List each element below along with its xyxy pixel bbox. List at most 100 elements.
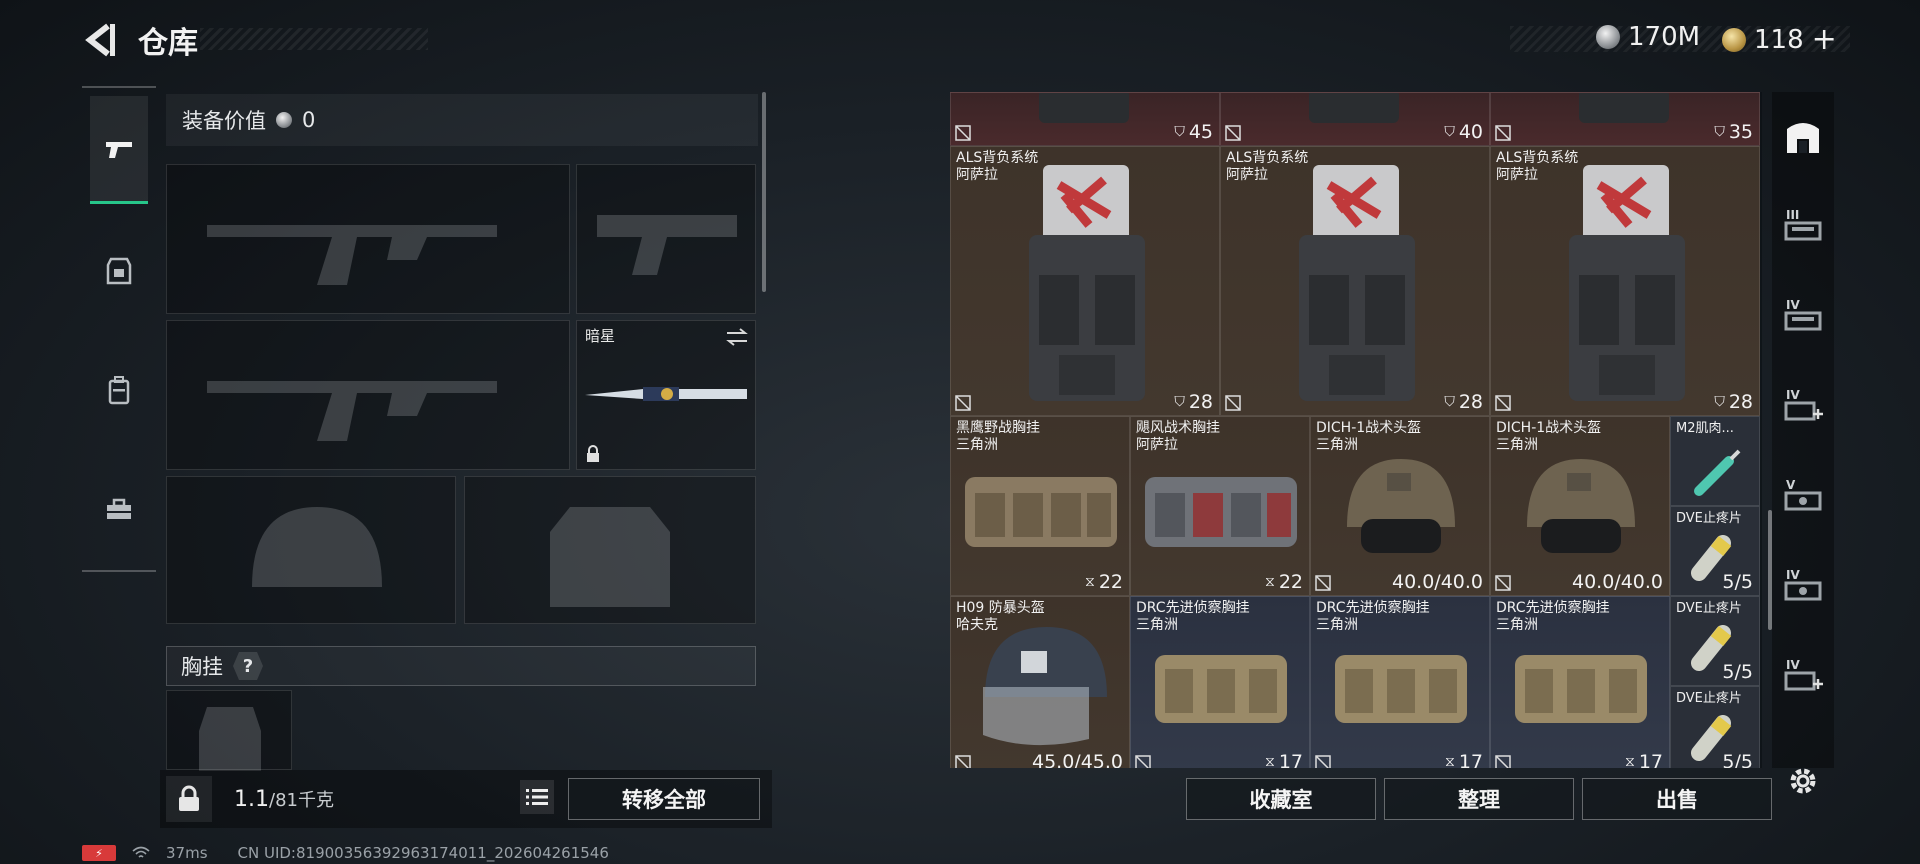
item-value: ⧖ 17 [1444,751,1483,768]
primary-weapon-slot[interactable] [166,164,570,314]
stash-page-button[interactable]: IV [1778,562,1828,612]
add-currency-icon[interactable]: + [1812,22,1837,57]
stash-item[interactable]: DRC先进侦察胸挂 三角洲 ⧖ 17 [1130,596,1310,768]
sidearm-slot[interactable] [576,164,756,314]
stash-item[interactable]: ALS背负系统 阿萨拉 ⛉ 28 [950,146,1220,416]
stash-item[interactable]: ALS背负系统 阿萨拉 ⛉ 28 [1490,146,1760,416]
tab-armor[interactable] [90,216,148,324]
stash-item[interactable]: 黑鹰野战胸挂 三角洲 ⧖ 22 [950,416,1130,596]
stash-item[interactable]: ⛉ 40 [1220,92,1490,146]
item-uses: 5/5 [1722,571,1753,593]
item-count: ⛉ 28 [1174,391,1213,413]
stash-item[interactable]: DICH-1战术头盔 三角洲 40.0/40.0 [1310,416,1490,596]
swap-icon[interactable] [725,327,749,347]
back-arrow-icon [85,23,115,57]
pistol-icon [106,141,132,158]
list-view-button[interactable] [520,780,554,814]
gold-coin-icon [1722,27,1746,52]
als-backpack-icon [1029,165,1145,401]
stash-item[interactable]: DVE止疼片 5/5 [1670,506,1760,596]
item-count: ⛉ 28 [1444,391,1483,413]
item-name: ALS背负系统 阿萨拉 [1496,150,1579,183]
tab-toolbox[interactable] [90,456,148,564]
stash-page-button[interactable]: IV [1778,652,1828,702]
loadout-tabs [82,86,156,572]
item-name: DRC先进侦察胸挂 三角洲 [1316,600,1430,633]
sell-button[interactable]: 出售 [1582,778,1772,820]
no-insure-icon [1495,125,1511,141]
stash-page-button[interactable]: IV [1778,292,1828,342]
chest-rig-icon [1145,477,1297,547]
back-button[interactable] [82,20,118,60]
stash-page-button[interactable]: V [1778,472,1828,522]
melee-name: 暗星 [585,327,616,345]
gold-amount: 118 [1754,24,1804,55]
transfer-all-button[interactable]: 转移全部 [568,778,760,820]
chest-rig-icon [965,477,1117,547]
no-insure-icon [955,395,971,411]
melee-slot[interactable]: 暗星 [576,320,756,470]
gold-currency[interactable]: 118 + [1722,22,1837,57]
als-backpack-icon [1299,165,1415,401]
no-insure-icon [955,125,971,141]
loadout-scrollbar[interactable] [762,92,766,292]
tab-weapon[interactable] [90,96,148,204]
item-name: DVE止疼片 [1676,511,1742,526]
item-name: DVE止疼片 [1676,601,1742,616]
stash-item[interactable]: DRC先进侦察胸挂 三角洲 ⧖ 17 [1490,596,1670,768]
item-name: M2肌肉... [1676,421,1734,436]
no-insure-icon [1495,395,1511,411]
tab-backpack[interactable] [90,336,148,444]
stash-page-button[interactable]: IV [1778,382,1828,432]
stash-item[interactable]: H09 防暴头盔 哈夫克 45.0/45.0 [950,596,1130,768]
organize-button[interactable]: 整理 [1384,778,1574,820]
als-backpack-icon [1569,165,1685,401]
stash-item[interactable]: DVE止疼片 5/5 [1670,596,1760,686]
help-icon[interactable]: ? [233,652,263,680]
stash-item[interactable]: DICH-1战术头盔 三角洲 40.0/40.0 [1490,416,1670,596]
item-name: 飓风战术胸挂 阿萨拉 [1136,420,1220,453]
stash-item[interactable]: ALS背负系统 阿萨拉 ⛉ 28 [1220,146,1490,416]
stash-item[interactable]: 飓风战术胸挂 阿萨拉 ⧖ 22 [1130,416,1310,596]
stash-item[interactable]: M2肌肉... [1670,416,1760,506]
item-name: DICH-1战术头盔 三角洲 [1316,420,1422,453]
list-icon [526,789,548,805]
weight-readout: 1.1/81千克 [234,786,334,812]
item-name: DVE止疼片 [1676,691,1742,706]
no-insure-icon [955,755,971,768]
knife-icon [585,387,747,401]
syringe-icon [1694,449,1741,496]
equip-value-label: 装备价值 [182,109,266,133]
item-name: DICH-1战术头盔 三角洲 [1496,420,1602,453]
stash-home-button[interactable] [1778,112,1828,162]
item-uses: 5/5 [1722,661,1753,683]
item-value: ⧖ 22 [1084,571,1123,593]
stash-item[interactable]: ⛉ 45 [950,92,1220,146]
secondary-weapon-slot[interactable] [166,320,570,470]
stash-grid: ⛉ 45 ⛉ 40 ⛉ 35 ALS背负系统 阿萨拉 ⛉ 28 ALS背负系统 阿萨拉 [950,92,1762,768]
item-name: ALS背负系统 阿萨拉 [1226,150,1309,183]
stash-item[interactable]: ⛉ 35 [1490,92,1760,146]
battery-icon: ⚡ [82,845,116,861]
capacity-icon: ⧖ [1264,574,1275,590]
silver-currency[interactable]: 170M [1596,22,1700,52]
stash-item[interactable]: DRC先进侦察胸挂 三角洲 ⧖ 17 [1310,596,1490,768]
stash-item[interactable]: DVE止疼片 5/5 [1670,686,1760,768]
weight-icon: ⛉ [1174,124,1185,140]
padlock-icon [179,785,199,811]
no-insure-icon [1225,395,1241,411]
stash-page-button[interactable]: III [1778,202,1828,252]
chest-rig-header[interactable]: 胸挂 ? [166,646,756,686]
title-decoration [200,28,428,50]
helmet-slot[interactable] [166,476,456,624]
chest-rig-label: 胸挂 [181,655,223,679]
chest-rig-slot[interactable] [166,690,292,771]
pistol-silhouette-icon [597,215,737,275]
armor-slot[interactable] [464,476,756,624]
item-name: ALS背负系统 阿萨拉 [956,150,1039,183]
collection-room-button[interactable]: 收藏室 [1186,778,1376,820]
capacity-icon: ⧖ [1264,754,1275,768]
uid: CN UID:81900356392963174011_202604261546 [237,844,609,862]
settings-button[interactable] [1778,756,1828,806]
safe-box-button[interactable] [166,776,212,822]
